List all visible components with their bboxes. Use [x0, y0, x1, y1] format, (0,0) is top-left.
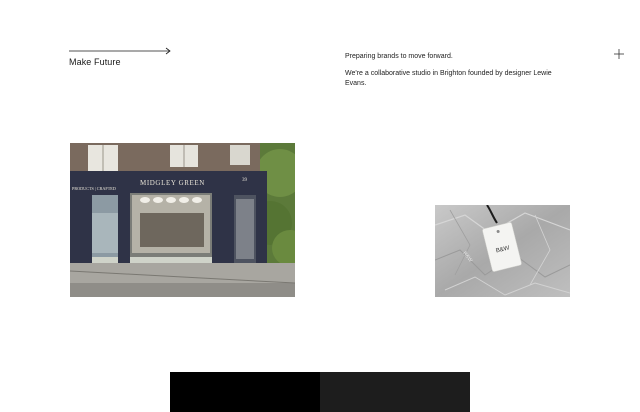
- home-link[interactable]: Make Future: [69, 46, 173, 70]
- project-card-shop-front[interactable]: PRODUCTS | CRAFTED MIDGLEY GREEN 39: [70, 143, 295, 297]
- shop-sign-left: PRODUCTS | CRAFTED: [72, 186, 116, 191]
- shop-front-image: PRODUCTS | CRAFTED MIDGLEY GREEN 39: [70, 143, 295, 297]
- swing-tag-image: B&W R&W: [435, 205, 570, 297]
- menu-button[interactable]: [612, 47, 626, 61]
- intro-text: Preparing brands to move forward. We're …: [345, 52, 565, 96]
- shop-sign-main: MIDGLEY GREEN: [140, 179, 205, 187]
- brand-tagline: Make Future: [69, 57, 121, 67]
- footer-panel-left: [170, 372, 320, 412]
- intro-line-2: We're a collaborative studio in Brighton…: [345, 70, 552, 87]
- project-card-swing-tag[interactable]: B&W R&W: [435, 205, 570, 297]
- arrow-right-icon: [69, 47, 171, 55]
- plus-icon: [614, 49, 624, 59]
- footer-panel-right: [320, 372, 470, 412]
- intro-line-1: Preparing brands to move forward.: [345, 53, 453, 60]
- shop-door-number: 39: [242, 178, 248, 183]
